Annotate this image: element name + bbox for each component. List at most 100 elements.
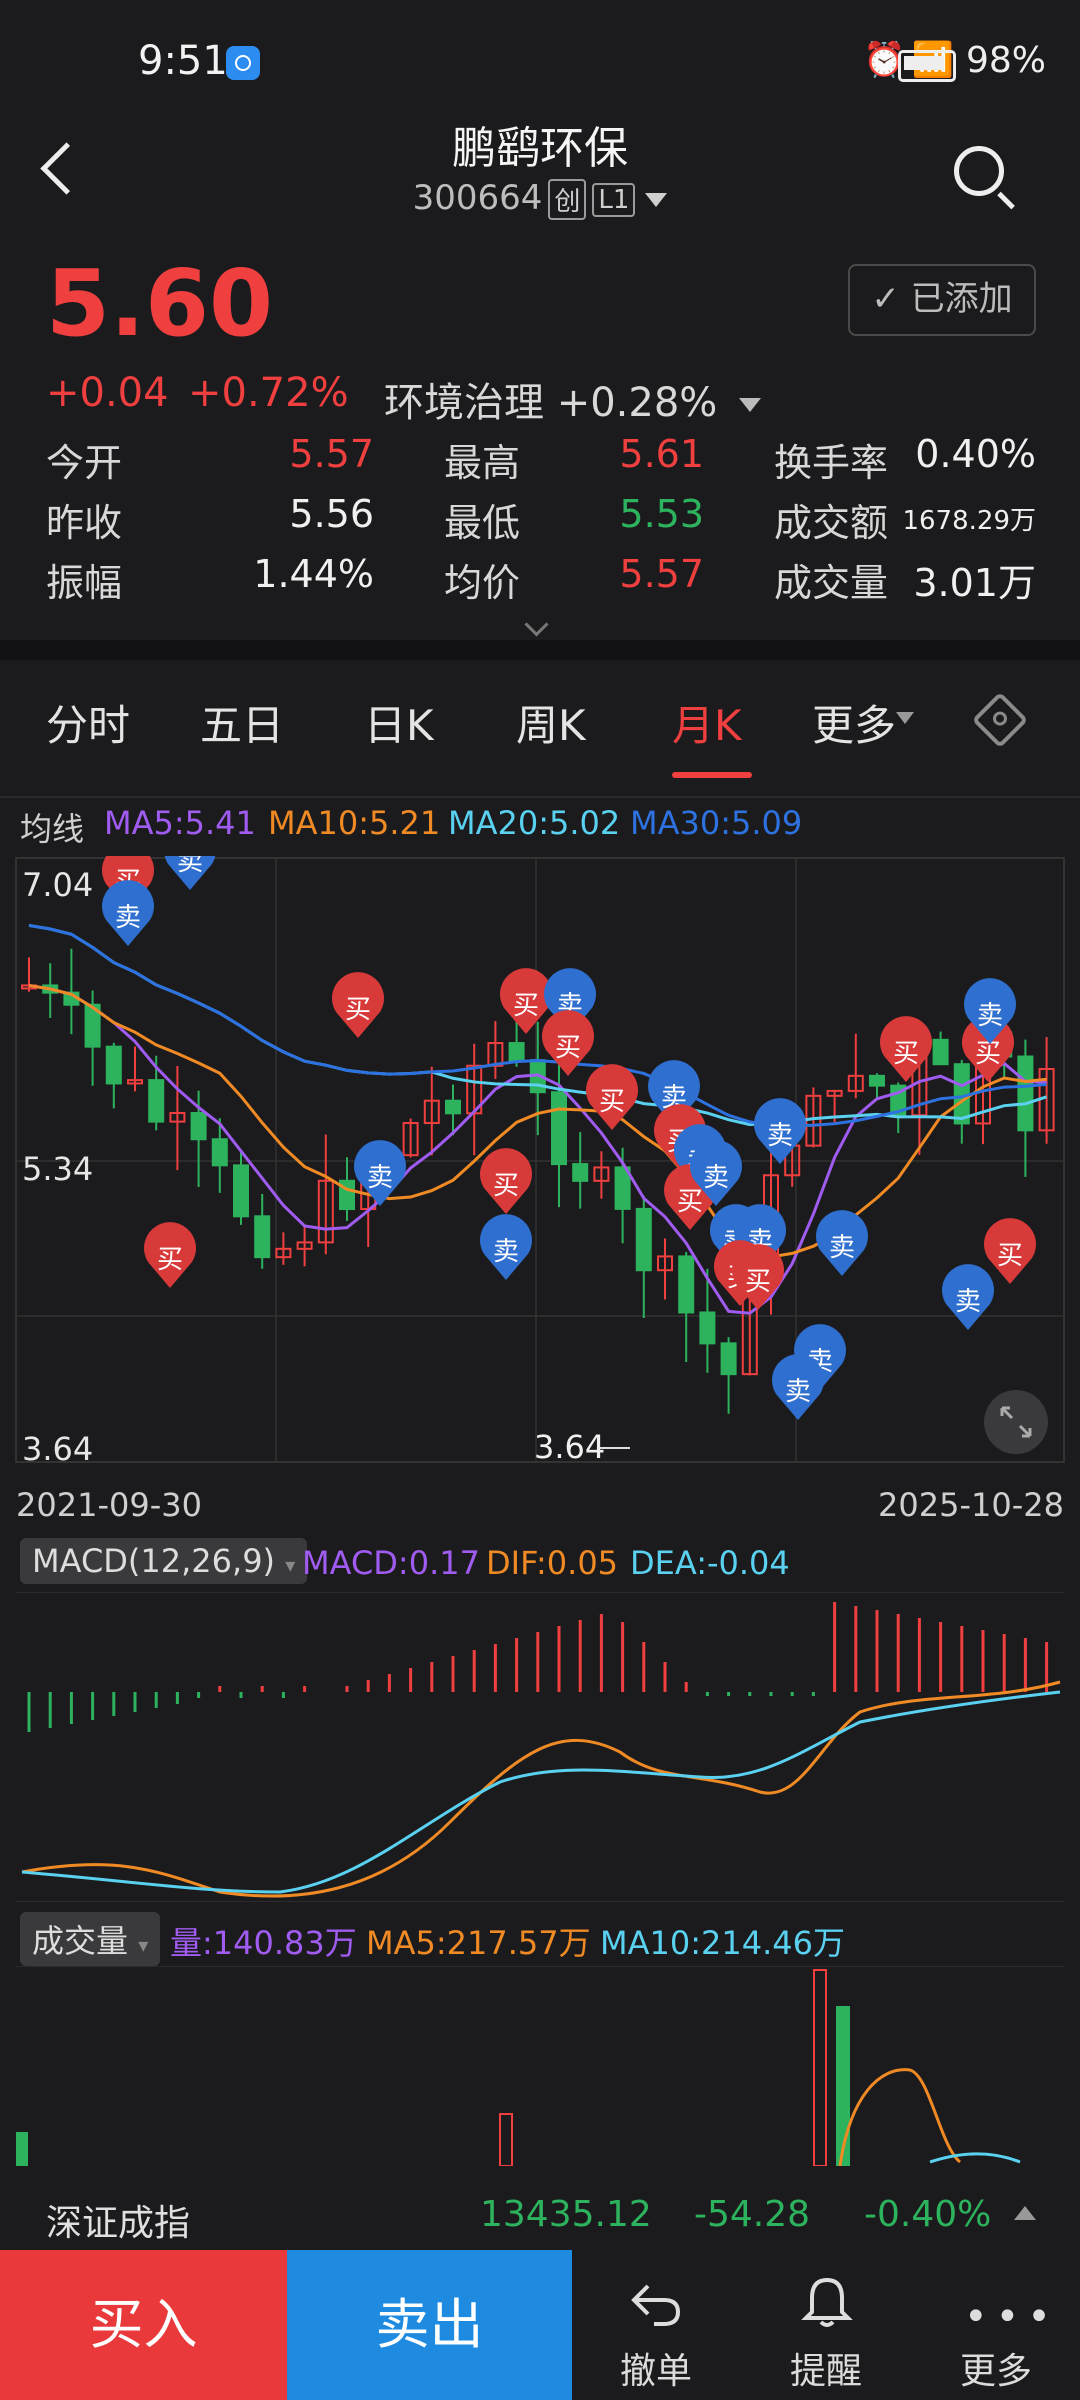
dif-value: DIF:0.05 bbox=[486, 1544, 619, 1582]
stock-code: 300664 bbox=[412, 178, 543, 218]
fullscreen-icon[interactable] bbox=[984, 1390, 1048, 1454]
candle-body bbox=[148, 1079, 165, 1123]
quote-label: 昨收 bbox=[46, 501, 123, 545]
marker-label: 卖 bbox=[955, 1287, 981, 1317]
marker-label: 卖 bbox=[829, 1233, 855, 1263]
marker-label: 买 bbox=[997, 1241, 1023, 1271]
marker-label: 卖 bbox=[115, 903, 141, 933]
more-button[interactable]: ••• 更多 bbox=[916, 2250, 1076, 2400]
quote-value: 5.53 bbox=[619, 492, 704, 536]
trade-markers: 买卖卖买买卖买卖买卖买买卖买卖买卖卖卖买买卖卖卖卖买买卖买卖 bbox=[102, 856, 1036, 1420]
marker-label: 买 bbox=[555, 1033, 581, 1063]
macd-selector[interactable]: MACD(12,26,9) ▾ bbox=[20, 1538, 308, 1584]
buy-marker: 买 bbox=[984, 1218, 1036, 1284]
volume-chart[interactable] bbox=[0, 1966, 1080, 2166]
quote-value: 0.40% bbox=[915, 432, 1036, 476]
status-time: 9:51 bbox=[138, 38, 228, 84]
marker-label: 卖 bbox=[703, 1163, 729, 1193]
marker-label: 卖 bbox=[767, 1121, 793, 1151]
buy-marker: 买 bbox=[144, 1222, 196, 1288]
search-icon[interactable] bbox=[954, 146, 1004, 196]
quote-label: 成交额 bbox=[774, 501, 889, 545]
volume-bar bbox=[16, 2132, 28, 2166]
chevron-down-icon bbox=[739, 398, 762, 412]
kline-grid bbox=[15, 857, 1065, 1463]
marker-label: 买 bbox=[677, 1187, 703, 1217]
y-mid-label: 5.34 bbox=[22, 1150, 93, 1188]
tab-weekly-k[interactable]: 周K bbox=[516, 692, 586, 753]
status-bar: 9:51 ⏰📶 98% bbox=[0, 0, 1080, 130]
sell-button[interactable]: 卖出 bbox=[287, 2250, 572, 2400]
tab-intraday[interactable]: 分时 bbox=[46, 692, 130, 753]
candle-body bbox=[551, 1091, 567, 1166]
candle-body bbox=[211, 1138, 228, 1167]
alert-button[interactable]: 提醒 bbox=[746, 2250, 906, 2400]
tab-monthly-k[interactable]: 月K bbox=[672, 692, 742, 753]
dea-value: DEA:-0.04 bbox=[630, 1544, 790, 1582]
marker-label: 卖 bbox=[785, 1377, 811, 1407]
quote-value: 1.44% bbox=[253, 552, 374, 596]
chevron-down-icon: ▾ bbox=[138, 1933, 149, 1957]
quote-label: 最高 bbox=[444, 441, 521, 485]
volume-value: 量:140.83万 bbox=[170, 1924, 357, 1962]
expand-icon[interactable] bbox=[524, 612, 549, 637]
quote-label: 换手率 bbox=[774, 441, 889, 485]
candle-body bbox=[699, 1311, 716, 1345]
watchlist-added-button[interactable]: ✓ 已添加 bbox=[848, 264, 1036, 336]
marker-label: 买 bbox=[493, 1171, 519, 1201]
marker-label: 卖 bbox=[977, 1001, 1003, 1031]
candle-body bbox=[190, 1112, 207, 1141]
macd-value: MACD:0.17 bbox=[302, 1544, 480, 1582]
quote-label: 最低 bbox=[444, 501, 521, 545]
quote-label: 振幅 bbox=[46, 561, 123, 605]
buy-marker: 买 bbox=[586, 1064, 638, 1130]
buy-marker: 买 bbox=[879, 1016, 932, 1082]
index-change: -54.28 bbox=[694, 2194, 811, 2235]
quote-value: 5.56 bbox=[289, 492, 374, 536]
chevron-up-icon[interactable] bbox=[1014, 2206, 1036, 2220]
ma-legend-label: 均线 bbox=[20, 810, 85, 848]
low-price-label: 3.64 bbox=[534, 1428, 605, 1466]
quote-value: 5.57 bbox=[619, 552, 704, 596]
quote-value: 1678.29万 bbox=[902, 506, 1036, 536]
marker-label: 卖 bbox=[493, 1237, 519, 1267]
volume-bar bbox=[813, 1969, 827, 2166]
stock-code-line[interactable]: 300664 创 L1 bbox=[0, 178, 1080, 220]
volume-ma10-line bbox=[929, 2152, 1021, 2164]
volume-selector[interactable]: 成交量 ▾ bbox=[20, 1912, 161, 1966]
sector-info[interactable]: 环境治理 +0.28% bbox=[384, 370, 762, 428]
sell-marker: 卖 bbox=[772, 1354, 824, 1420]
candle-body bbox=[932, 1038, 949, 1066]
candle-body bbox=[678, 1255, 695, 1314]
marker-label: 买 bbox=[157, 1245, 183, 1275]
volume-ma10: MA10:214.46万 bbox=[600, 1924, 845, 1962]
dea-line bbox=[21, 1690, 1061, 1894]
marker-label: 买 bbox=[745, 1267, 771, 1297]
candle-body bbox=[720, 1342, 737, 1376]
tab-more[interactable]: 更多 bbox=[812, 692, 896, 753]
marker-label: 买 bbox=[975, 1039, 1001, 1069]
candle-body bbox=[1017, 1055, 1034, 1132]
candle-body bbox=[953, 1063, 970, 1125]
candle-body bbox=[233, 1164, 249, 1218]
tab-five-day[interactable]: 五日 bbox=[200, 692, 284, 753]
marker-label: 买 bbox=[893, 1039, 919, 1069]
buy-button[interactable]: 买入 bbox=[0, 2250, 287, 2400]
cancel-order-button[interactable]: 撤单 bbox=[576, 2250, 736, 2400]
index-ticker[interactable]: 深证成指 13435.12 -54.28 -0.40% bbox=[0, 2180, 1080, 2250]
candle-body bbox=[508, 1042, 525, 1062]
sell-marker: 卖 bbox=[164, 856, 216, 890]
section-divider bbox=[0, 640, 1080, 660]
kline-chart[interactable]: 买卖卖买买卖买卖买卖买买卖买卖买卖卖卖买买卖卖卖卖买买卖买卖 7.04 5.34… bbox=[0, 856, 1080, 1476]
marker-label: 卖 bbox=[177, 856, 203, 877]
chart-settings-icon[interactable] bbox=[971, 691, 1029, 749]
candle-body bbox=[572, 1163, 589, 1182]
marker-label: 买 bbox=[345, 995, 371, 1025]
battery-icon bbox=[898, 50, 956, 82]
tab-daily-k[interactable]: 日K bbox=[364, 692, 434, 753]
quote-value: 5.61 bbox=[619, 432, 704, 476]
battery-percent: 98% bbox=[966, 40, 1047, 81]
quote-value: 3.01万 bbox=[913, 561, 1036, 605]
macd-chart[interactable] bbox=[0, 1592, 1080, 1902]
candle-body bbox=[105, 1045, 122, 1085]
